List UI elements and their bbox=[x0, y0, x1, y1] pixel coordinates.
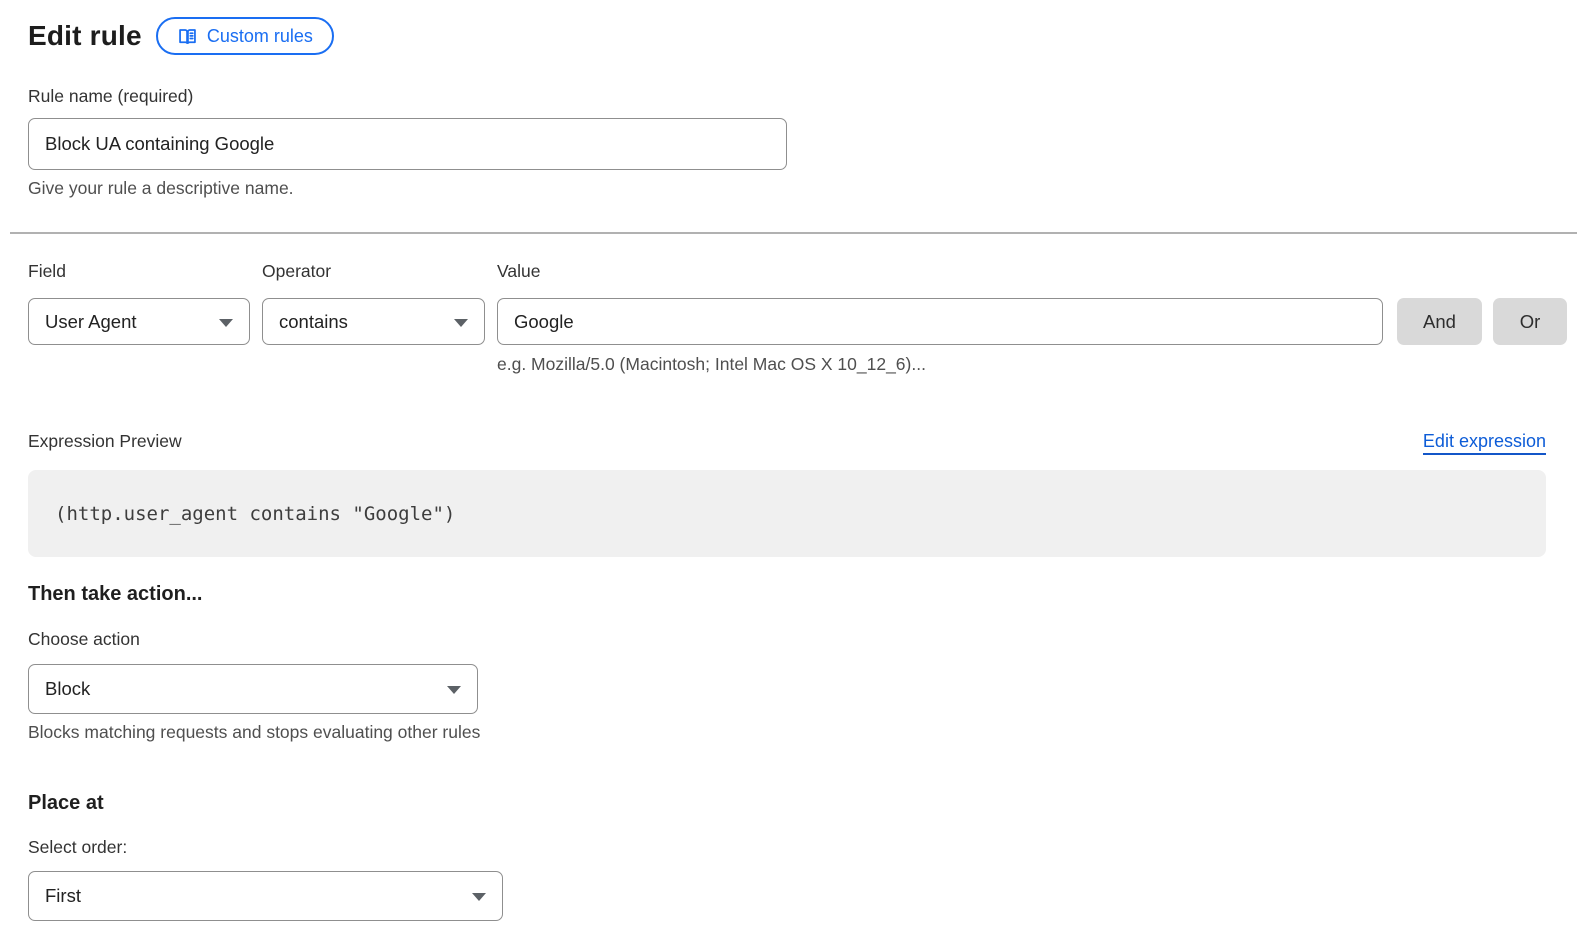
condition-labels-row: Field Operator Value bbox=[28, 261, 1567, 282]
condition-builder: Field Operator Value User Agent contains… bbox=[28, 261, 1567, 375]
chevron-down-icon bbox=[472, 893, 486, 901]
page-title: Edit rule bbox=[28, 20, 142, 52]
operator-label: Operator bbox=[262, 261, 497, 282]
rule-name-input[interactable] bbox=[28, 118, 787, 170]
place-at-heading: Place at bbox=[28, 792, 1567, 815]
operator-select[interactable]: contains bbox=[262, 298, 485, 345]
value-label: Value bbox=[497, 261, 1567, 282]
condition-controls-row: User Agent contains And Or bbox=[28, 298, 1567, 345]
expression-preview-header: Expression Preview Edit expression bbox=[28, 431, 1546, 455]
section-divider bbox=[10, 232, 1577, 234]
field-label: Field bbox=[28, 261, 262, 282]
edit-rule-page: Edit rule Custom rules Rule name (requir… bbox=[0, 0, 1587, 921]
rule-name-helper: Give your rule a descriptive name. bbox=[28, 178, 1567, 199]
operator-select-value: contains bbox=[279, 311, 348, 333]
action-helper: Blocks matching requests and stops evalu… bbox=[28, 722, 1567, 743]
or-button[interactable]: Or bbox=[1493, 298, 1567, 345]
placement-section: Place at Select order: First bbox=[28, 792, 1567, 921]
action-section: Then take action... Choose action Block … bbox=[28, 583, 1567, 743]
value-input[interactable] bbox=[497, 298, 1383, 345]
select-order-label: Select order: bbox=[28, 837, 1567, 858]
and-button[interactable]: And bbox=[1397, 298, 1482, 345]
rule-name-section: Rule name (required) Give your rule a de… bbox=[28, 86, 1567, 199]
custom-rules-badge-label: Custom rules bbox=[207, 26, 313, 47]
action-select-value: Block bbox=[45, 678, 90, 700]
open-book-icon bbox=[177, 26, 198, 47]
edit-expression-link[interactable]: Edit expression bbox=[1423, 431, 1546, 455]
order-select-value: First bbox=[45, 885, 81, 907]
expression-code: (http.user_agent contains "Google") bbox=[55, 503, 455, 525]
expression-code-box: (http.user_agent contains "Google") bbox=[28, 470, 1546, 557]
chevron-down-icon bbox=[447, 686, 461, 694]
chevron-down-icon bbox=[219, 319, 233, 327]
order-select[interactable]: First bbox=[28, 871, 503, 921]
field-select-value: User Agent bbox=[45, 311, 137, 333]
rule-name-label: Rule name (required) bbox=[28, 86, 1567, 107]
value-helper: e.g. Mozilla/5.0 (Macintosh; Intel Mac O… bbox=[497, 354, 1567, 375]
choose-action-label: Choose action bbox=[28, 629, 1567, 650]
field-select[interactable]: User Agent bbox=[28, 298, 250, 345]
page-header: Edit rule Custom rules bbox=[28, 16, 1567, 56]
action-heading: Then take action... bbox=[28, 583, 1567, 606]
chevron-down-icon bbox=[454, 319, 468, 327]
expression-preview-label: Expression Preview bbox=[28, 431, 182, 452]
action-select[interactable]: Block bbox=[28, 664, 478, 714]
expression-preview-section: Expression Preview Edit expression (http… bbox=[28, 431, 1567, 557]
custom-rules-badge[interactable]: Custom rules bbox=[156, 17, 334, 55]
